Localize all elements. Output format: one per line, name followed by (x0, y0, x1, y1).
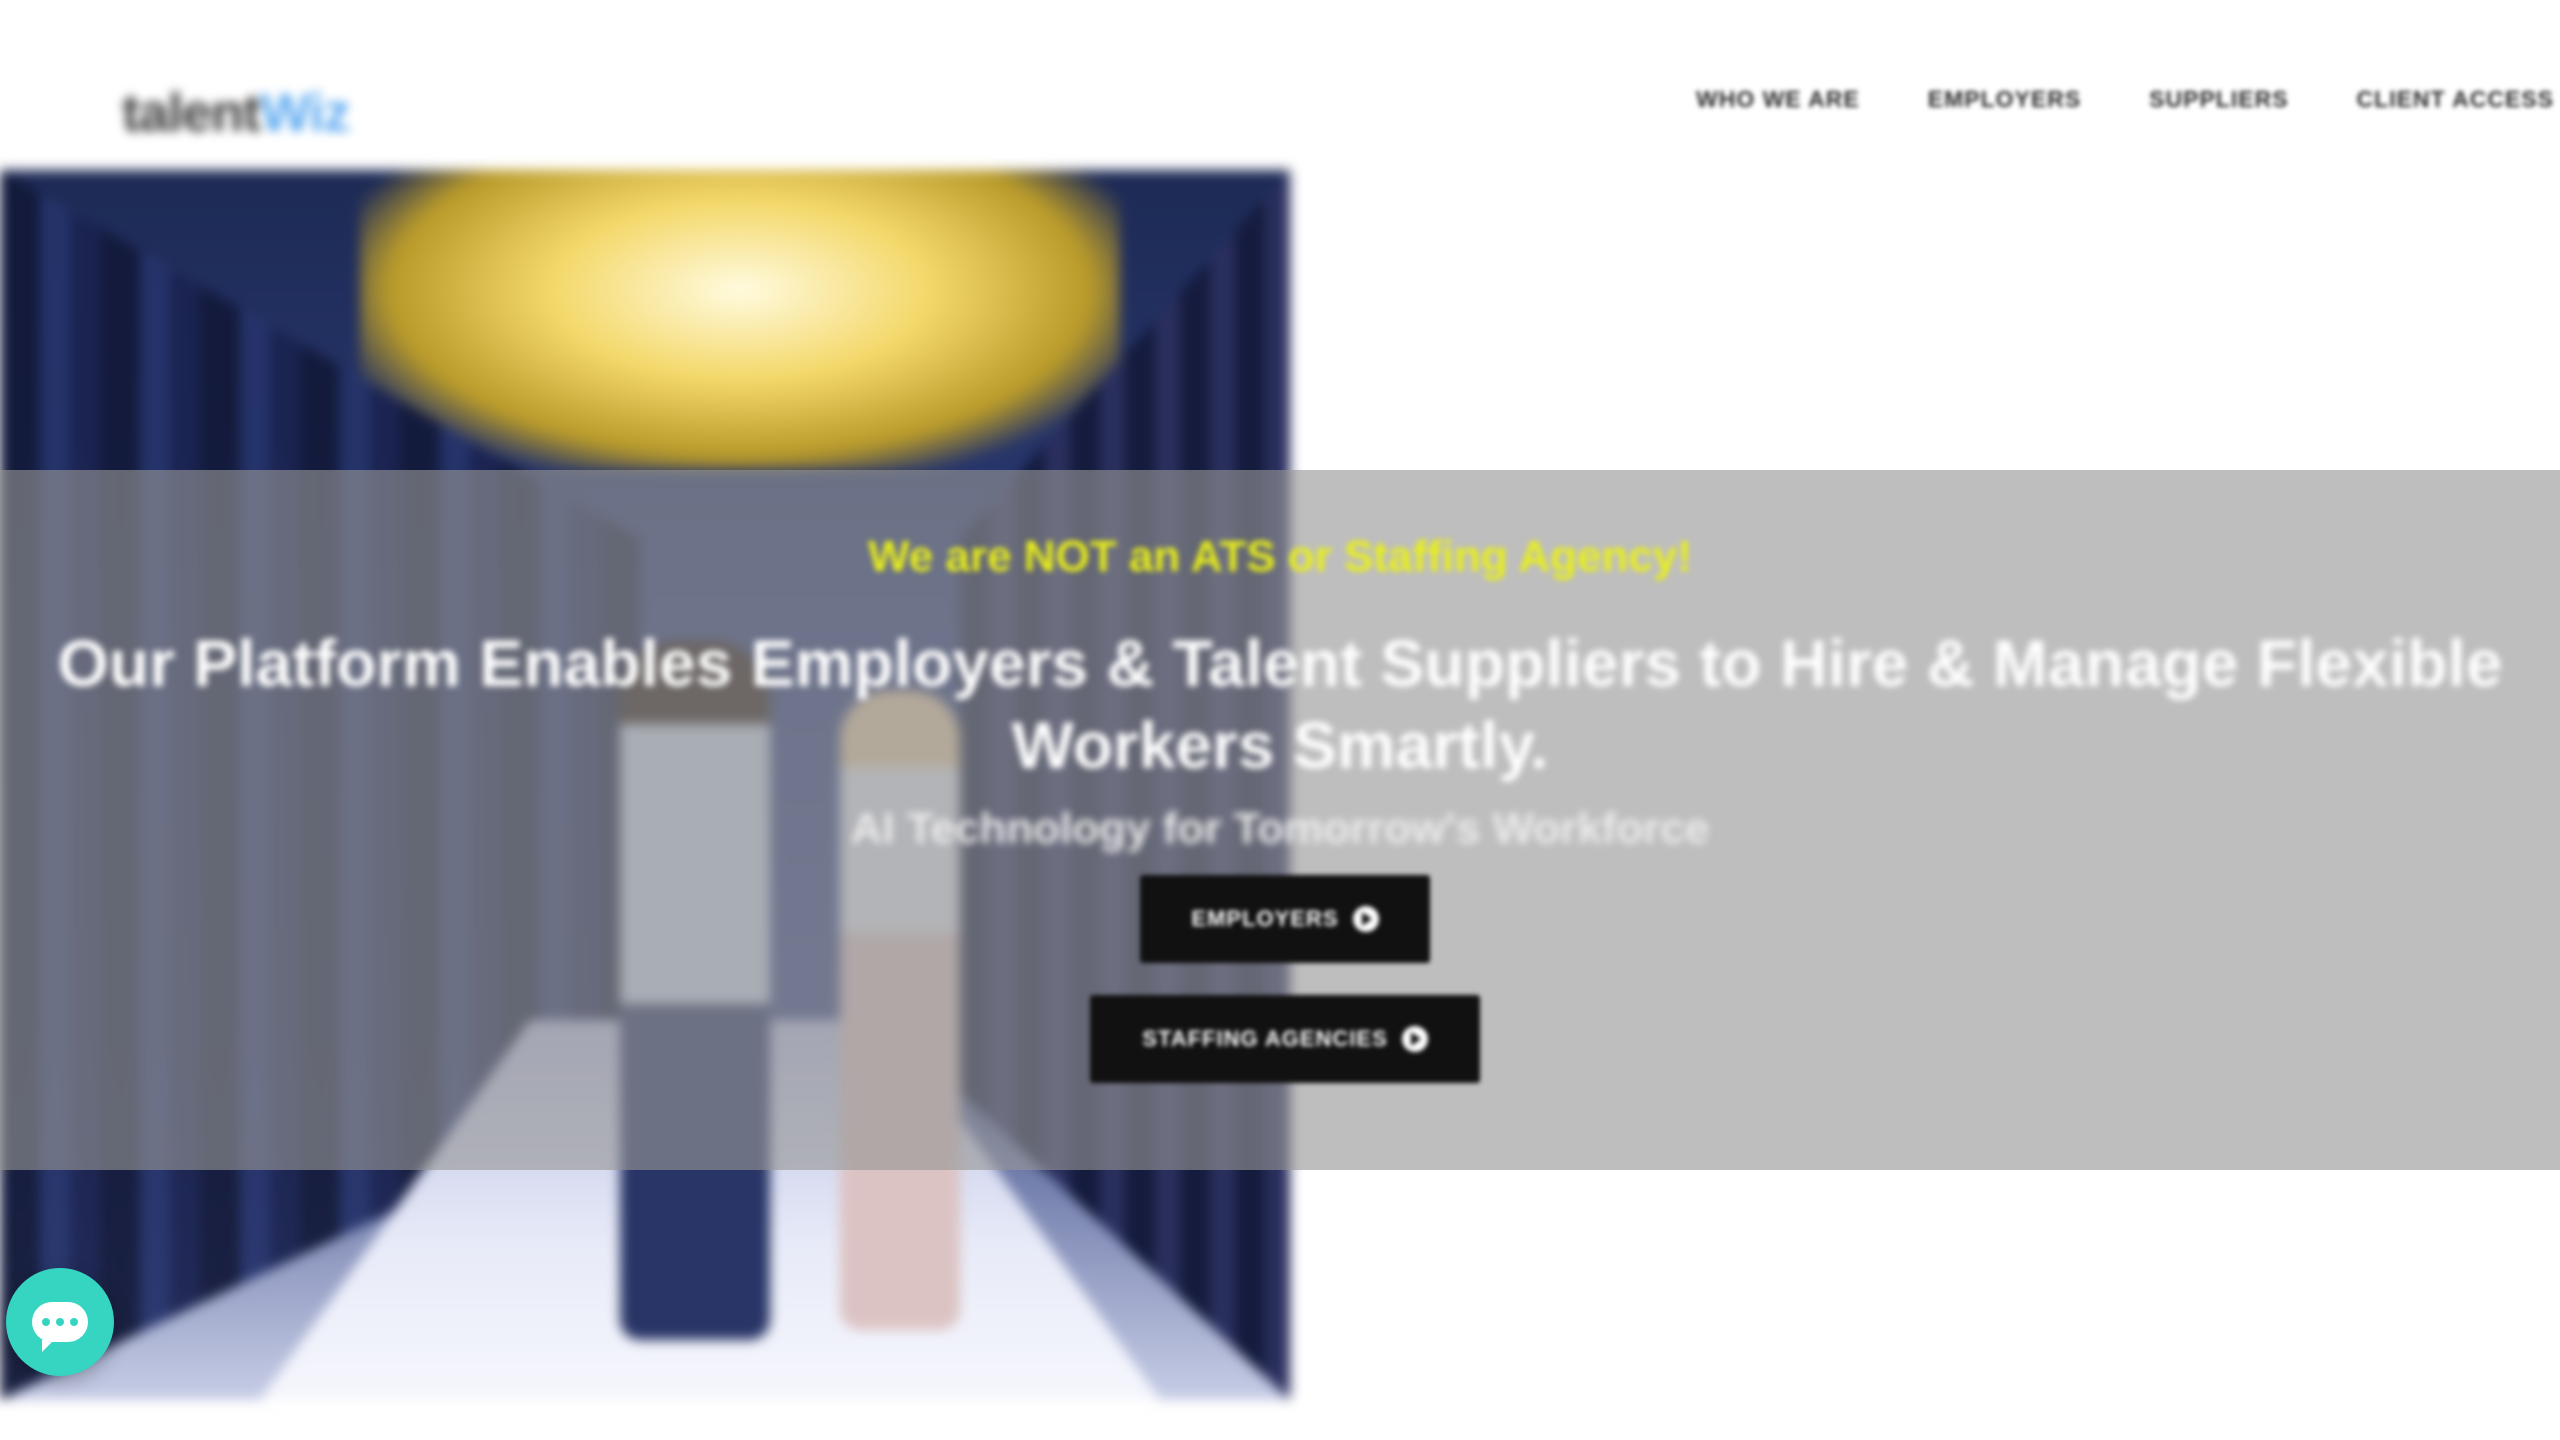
photo-ceiling-light (360, 170, 1120, 470)
nav-item-client-access[interactable]: CLIENT ACCESS (2323, 86, 2560, 113)
logo-text-primary: talent (122, 83, 261, 143)
logo-text-accent: Wiz (260, 83, 350, 143)
nav-item-employers[interactable]: EMPLOYERS (1894, 86, 2115, 113)
page: talent Wiz WHO WE ARE EMPLOYERS SUPPLIER… (0, 0, 2560, 1440)
staffing-agencies-button-label: STAFFING AGENCIES (1142, 1026, 1388, 1051)
nav-item-who-we-are[interactable]: WHO WE ARE (1662, 86, 1894, 113)
employers-button-label: EMPLOYERS (1191, 906, 1339, 931)
chat-dot (70, 1318, 78, 1326)
site-header: talent Wiz WHO WE ARE EMPLOYERS SUPPLIER… (0, 0, 2560, 170)
site-logo[interactable]: talent Wiz (122, 82, 351, 144)
arrow-circle-right-icon (1352, 906, 1379, 932)
chat-bubble-icon (32, 1302, 88, 1352)
chat-dot (42, 1318, 50, 1326)
arrow-circle-right-icon (1401, 1026, 1428, 1052)
main-nav: WHO WE ARE EMPLOYERS SUPPLIERS CLIENT AC… (1662, 86, 2560, 113)
hero-headline: Our Platform Enables Employers & Talent … (57, 626, 2503, 782)
staffing-agencies-button[interactable]: STAFFING AGENCIES (1090, 995, 1480, 1083)
chat-dot (56, 1318, 64, 1326)
employers-button[interactable]: EMPLOYERS (1140, 875, 1430, 963)
hero-section: We are NOT an ATS or Staffing Agency! Ou… (0, 520, 2560, 854)
hero-eyebrow: We are NOT an ATS or Staffing Agency! (868, 532, 1692, 581)
chat-launcher-button[interactable] (6, 1268, 114, 1376)
nav-item-suppliers[interactable]: SUPPLIERS (2115, 86, 2322, 113)
hero-subheadline: AI Technology for Tomorrow's Workforce (850, 804, 1710, 853)
